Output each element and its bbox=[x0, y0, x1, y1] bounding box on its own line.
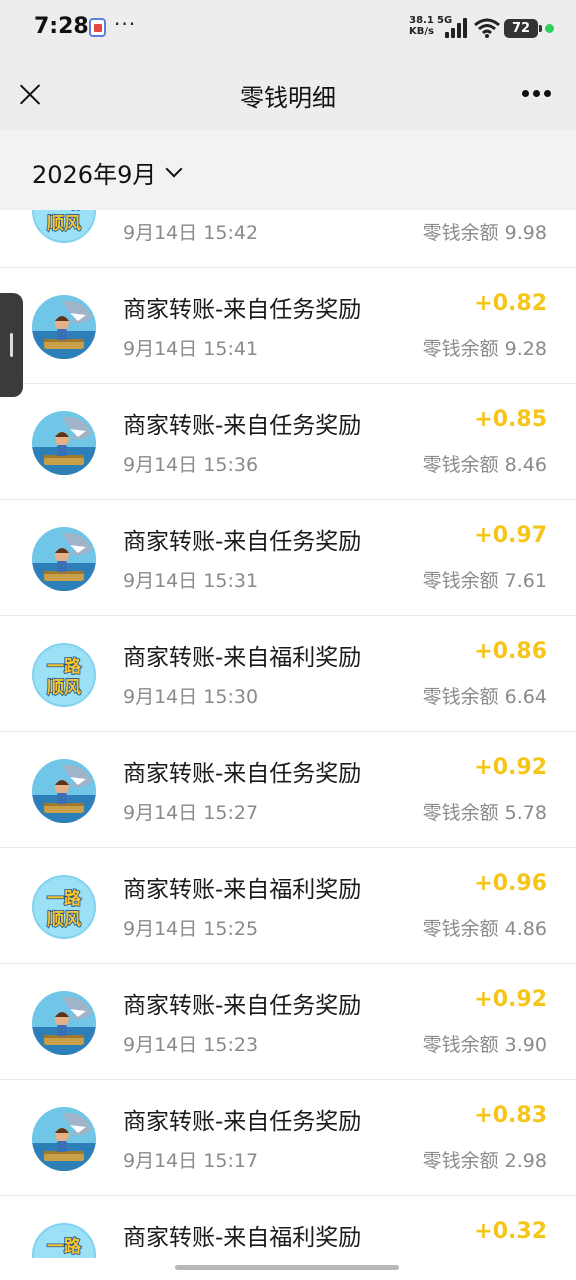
transaction-time: 9月14日 15:31 bbox=[123, 570, 259, 592]
merchant-avatar bbox=[32, 411, 96, 475]
yilu-shunfeng-logo: 一路 顺风 bbox=[32, 875, 96, 939]
transaction-row[interactable]: 一路 顺风 9月14日 15:42 零钱余额 9.98 bbox=[0, 210, 576, 268]
month-label: 2026年9月 bbox=[32, 160, 157, 189]
nav-bar: 零钱明细 bbox=[0, 58, 576, 130]
svg-text:一路: 一路 bbox=[47, 888, 82, 909]
transaction-amount: +0.96 bbox=[474, 871, 547, 896]
merchant-avatar: 一路 顺风 bbox=[32, 1223, 96, 1258]
transaction-balance: 零钱余额 9.28 bbox=[422, 338, 547, 360]
transaction-row[interactable]: 商家转账-来自任务奖励 9月14日 15:36 +0.85 零钱余额 8.46 bbox=[0, 384, 576, 500]
transaction-row[interactable]: 一路 顺风 商家转账-来自福利奖励 9月14日 15:25 +0.96 零钱余额… bbox=[0, 848, 576, 964]
transaction-row[interactable]: 商家转账-来自任务奖励 9月14日 15:41 +0.82 零钱余额 9.28 bbox=[0, 268, 576, 384]
transaction-row[interactable]: 商家转账-来自任务奖励 9月14日 15:27 +0.92 零钱余额 5.78 bbox=[0, 732, 576, 848]
transaction-balance: 零钱余额 7.61 bbox=[422, 570, 547, 592]
transaction-title: 商家转账-来自任务奖励 bbox=[123, 761, 362, 787]
signal-icon bbox=[445, 18, 469, 38]
transaction-title: 商家转账-来自福利奖励 bbox=[123, 1225, 362, 1251]
transaction-balance: 零钱余额 2.98 bbox=[422, 1150, 547, 1172]
transaction-balance: 零钱余额 9.98 bbox=[422, 222, 547, 244]
wifi-icon bbox=[474, 18, 500, 38]
status-more-icon: ··· bbox=[114, 12, 137, 36]
svg-text:顺风: 顺风 bbox=[47, 214, 81, 234]
floating-side-handle[interactable] bbox=[0, 293, 23, 397]
transaction-title: 商家转账-来自任务奖励 bbox=[123, 413, 362, 439]
merchant-avatar bbox=[32, 1107, 96, 1171]
transaction-amount: +0.97 bbox=[474, 523, 547, 548]
merchant-avatar: 一路 顺风 bbox=[32, 875, 96, 939]
yilu-shunfeng-logo: 一路 顺风 bbox=[32, 1223, 96, 1258]
transaction-amount: +0.92 bbox=[474, 987, 547, 1012]
transaction-amount: +0.83 bbox=[474, 1103, 547, 1128]
transaction-time: 9月14日 15:41 bbox=[123, 338, 259, 360]
svg-text:一路: 一路 bbox=[47, 1236, 82, 1257]
transaction-list[interactable]: 一路 顺风 9月14日 15:42 零钱余额 9.98 商家转账-来自任务奖励 … bbox=[0, 210, 576, 1258]
shark-game-logo bbox=[32, 527, 96, 591]
transaction-row[interactable]: 一路 顺风 商家转账-来自福利奖励 +0.32 bbox=[0, 1196, 576, 1258]
merchant-avatar: 一路 顺风 bbox=[32, 643, 96, 707]
svg-text:一路: 一路 bbox=[47, 656, 82, 677]
transaction-balance: 零钱余额 3.90 bbox=[422, 1034, 547, 1056]
transaction-title: 商家转账-来自福利奖励 bbox=[123, 645, 362, 671]
privacy-indicator-dot bbox=[545, 24, 554, 33]
transaction-time: 9月14日 15:42 bbox=[123, 222, 259, 244]
transaction-time: 9月14日 15:25 bbox=[123, 918, 259, 940]
month-filter-bar: 2026年9月 bbox=[0, 130, 576, 210]
network-speed: 38.1 KB/s bbox=[409, 15, 434, 37]
transaction-title: 商家转账-来自任务奖励 bbox=[123, 529, 362, 555]
transaction-title: 商家转账-来自任务奖励 bbox=[123, 297, 362, 323]
transaction-amount: +0.86 bbox=[474, 639, 547, 664]
transaction-row[interactable]: 一路 顺风 商家转账-来自福利奖励 9月14日 15:30 +0.86 零钱余额… bbox=[0, 616, 576, 732]
transaction-row[interactable]: 商家转账-来自任务奖励 9月14日 15:31 +0.97 零钱余额 7.61 bbox=[0, 500, 576, 616]
merchant-avatar bbox=[32, 759, 96, 823]
merchant-avatar bbox=[32, 527, 96, 591]
svg-text:顺风: 顺风 bbox=[47, 910, 81, 930]
transaction-title: 商家转账-来自任务奖励 bbox=[123, 1109, 362, 1135]
transaction-row[interactable]: 商家转账-来自任务奖励 9月14日 15:17 +0.83 零钱余额 2.98 bbox=[0, 1080, 576, 1196]
merchant-avatar bbox=[32, 991, 96, 1055]
more-options-icon[interactable] bbox=[518, 90, 554, 100]
transaction-time: 9月14日 15:17 bbox=[123, 1150, 259, 1172]
shark-game-logo bbox=[32, 759, 96, 823]
transaction-amount: +0.92 bbox=[474, 755, 547, 780]
yilu-shunfeng-logo: 一路 顺风 bbox=[32, 643, 96, 707]
network-speed-unit: KB/s bbox=[409, 26, 434, 37]
transaction-title: 商家转账-来自任务奖励 bbox=[123, 993, 362, 1019]
transaction-balance: 零钱余额 4.86 bbox=[422, 918, 547, 940]
network-speed-value: 38.1 bbox=[409, 15, 434, 26]
transaction-balance: 零钱余额 8.46 bbox=[422, 454, 547, 476]
transaction-row[interactable]: 商家转账-来自任务奖励 9月14日 15:23 +0.92 零钱余额 3.90 bbox=[0, 964, 576, 1080]
gesture-bar bbox=[0, 1258, 576, 1280]
battery-icon: 72 bbox=[504, 19, 542, 38]
status-bar: 7:28 ··· 38.1 KB/s 5G 72 bbox=[0, 0, 576, 58]
shark-game-logo bbox=[32, 991, 96, 1055]
status-time: 7:28 bbox=[34, 14, 89, 39]
transaction-balance: 零钱余额 6.64 bbox=[422, 686, 547, 708]
month-selector[interactable]: 2026年9月 bbox=[32, 156, 183, 189]
transaction-amount: +0.85 bbox=[474, 407, 547, 432]
shark-game-logo bbox=[32, 411, 96, 475]
transaction-time: 9月14日 15:27 bbox=[123, 802, 259, 824]
transaction-balance: 零钱余额 5.78 bbox=[422, 802, 547, 824]
transaction-amount: +0.82 bbox=[474, 291, 547, 316]
page-title: 零钱明细 bbox=[240, 84, 336, 112]
transaction-title: 商家转账-来自福利奖励 bbox=[123, 877, 362, 903]
transaction-time: 9月14日 15:36 bbox=[123, 454, 259, 476]
transaction-time: 9月14日 15:30 bbox=[123, 686, 259, 708]
shark-game-logo bbox=[32, 295, 96, 359]
shark-game-logo bbox=[32, 1107, 96, 1171]
merchant-avatar: 一路 顺风 bbox=[32, 210, 96, 243]
home-indicator[interactable] bbox=[175, 1265, 399, 1270]
transaction-time: 9月14日 15:23 bbox=[123, 1034, 259, 1056]
chevron-down-icon bbox=[165, 160, 183, 178]
notification-app-icon bbox=[89, 18, 106, 37]
yilu-shunfeng-logo: 一路 顺风 bbox=[32, 210, 96, 243]
svg-text:顺风: 顺风 bbox=[47, 678, 81, 698]
svg-text:一路: 一路 bbox=[47, 210, 82, 213]
transaction-amount: +0.32 bbox=[474, 1219, 547, 1244]
merchant-avatar bbox=[32, 295, 96, 359]
